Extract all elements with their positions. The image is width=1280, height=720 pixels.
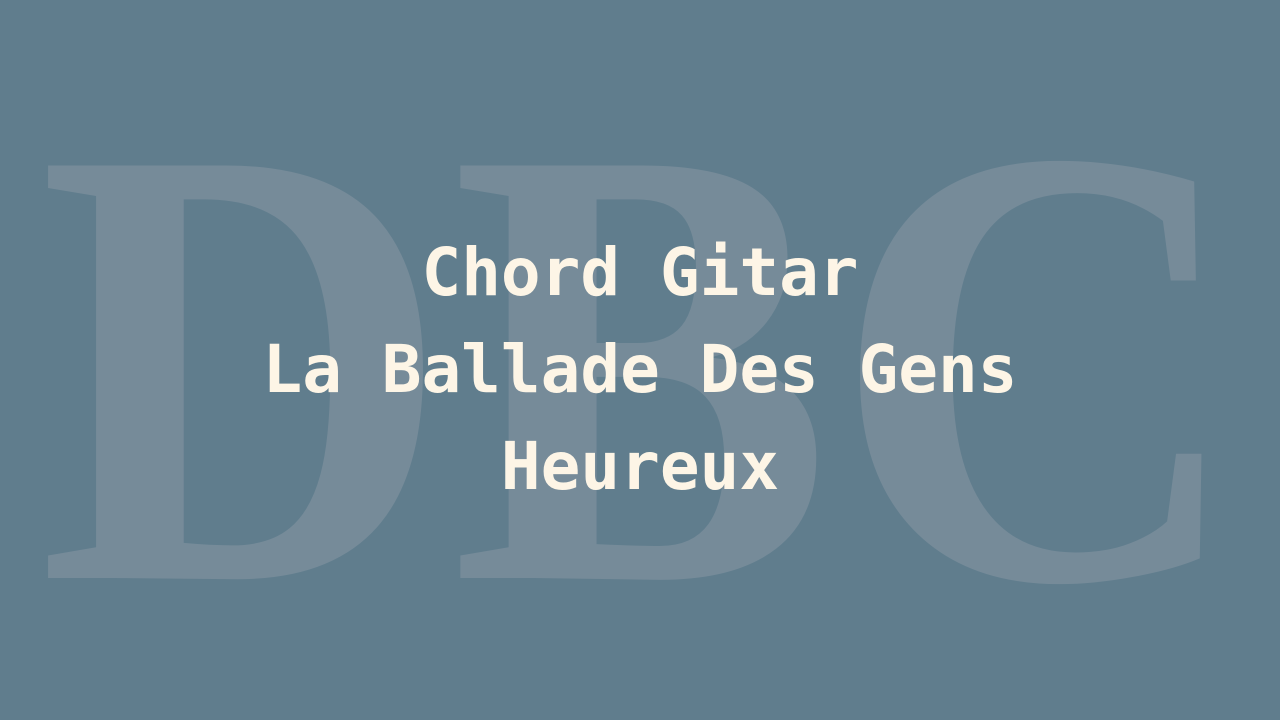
title-line-2: La Ballade Des Gens bbox=[262, 331, 1018, 408]
title-line-3: Heureux bbox=[500, 428, 780, 505]
page-title: Chord Gitar La Ballade Des Gens Heureux bbox=[0, 224, 1280, 515]
title-line-1: Chord Gitar bbox=[421, 234, 859, 311]
